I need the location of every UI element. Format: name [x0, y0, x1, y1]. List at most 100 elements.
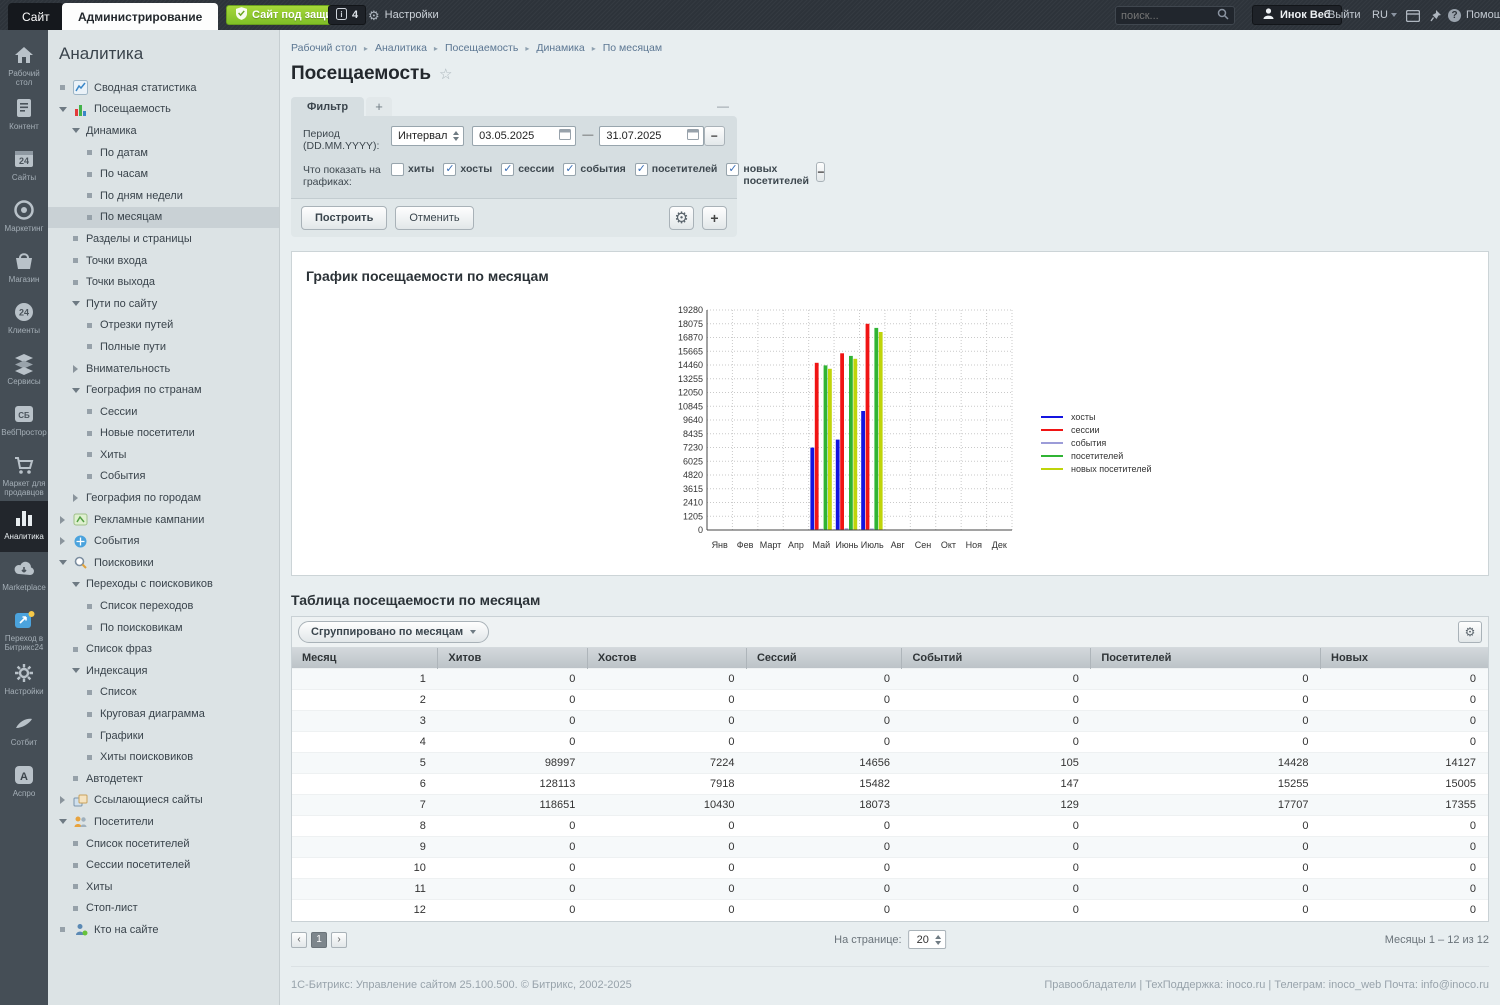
prev-page-button[interactable]: ‹ [291, 931, 307, 948]
table-settings-button[interactable]: ⚙ [1458, 621, 1482, 643]
rail-item-clients[interactable]: 24 Клиенты [0, 295, 48, 346]
sidebar-item-точки-входа[interactable]: Точки входа [48, 250, 279, 272]
calendar-icon[interactable] [559, 127, 572, 145]
column-header[interactable]: Событий [901, 648, 1092, 669]
language-selector[interactable]: RU [1372, 0, 1397, 30]
sidebar-item-разделы-и-страницы[interactable]: Разделы и страницы [48, 228, 279, 250]
sidebar-item-список-фраз[interactable]: Список фраз [48, 638, 279, 660]
sidebar-item-внимательность[interactable]: Внимательность [48, 358, 279, 380]
topbar-settings-button[interactable]: ⚙ Настройки [368, 0, 439, 30]
breadcrumb-item[interactable]: Аналитика [375, 42, 427, 54]
period-type-select[interactable]: Интервал [391, 126, 465, 146]
rail-item-analytics[interactable]: Аналитика [0, 501, 48, 552]
sidebar-item-по-дням-недели[interactable]: По дням недели [48, 185, 279, 207]
rail-item-content[interactable]: Контент [0, 91, 48, 142]
table-row[interactable]: 11 0 0 0 0 0 0 [292, 878, 1488, 900]
sidebar-item-список[interactable]: Список [48, 682, 279, 704]
checkbox-события[interactable] [563, 162, 577, 176]
expand-arrow-icon[interactable] [71, 581, 80, 587]
date-to-input[interactable] [606, 130, 687, 142]
tab-administration[interactable]: Администрирование [62, 3, 219, 30]
expand-arrow-icon[interactable] [58, 106, 67, 112]
sidebar-item-автодетект[interactable]: Автодетект [48, 768, 279, 790]
per-page-select[interactable]: 20 [908, 930, 946, 949]
column-header[interactable]: Посетителей [1090, 648, 1322, 669]
expand-arrow-icon[interactable] [58, 560, 67, 566]
sidebar-item-по-месяцам[interactable]: По месяцам [48, 206, 279, 229]
remove-show-field-button[interactable]: − [816, 162, 826, 182]
current-page-button[interactable]: 1 [311, 931, 327, 948]
rail-item-b24[interactable]: Переход в Битрикс24 [0, 603, 48, 656]
rail-item-sotbit[interactable]: Сотбит [0, 707, 48, 758]
build-button[interactable]: Построить [301, 206, 388, 230]
sidebar-item-сессии-посетителей[interactable]: Сессии посетителей [48, 854, 279, 876]
rail-item-desktop[interactable]: Рабочий стол [0, 38, 48, 91]
table-row[interactable]: 10 0 0 0 0 0 0 [292, 857, 1488, 879]
breadcrumb-item[interactable]: По месяцам [603, 42, 662, 54]
sidebar-item-кто-на-сайте[interactable]: Кто на сайте [48, 919, 279, 941]
pin-icon[interactable] [1430, 9, 1442, 27]
sidebar-item-стоп-лист[interactable]: Стоп-лист [48, 898, 279, 920]
sidebar-item-новые-посетители[interactable]: Новые посетители [48, 423, 279, 445]
logout-link[interactable]: Выйти [1328, 0, 1361, 30]
sidebar-item-по-датам[interactable]: По датам [48, 142, 279, 164]
sidebar-item-посетители[interactable]: Посетители [48, 811, 279, 833]
expand-arrow-icon[interactable] [58, 819, 67, 825]
rail-item-settings[interactable]: Настройки [0, 656, 48, 707]
sidebar-item-события[interactable]: События [48, 466, 279, 488]
filter-settings-button[interactable]: ⚙ [669, 206, 694, 230]
filter-tab[interactable]: Фильтр [291, 97, 365, 116]
column-header[interactable]: Хитов [437, 648, 588, 669]
rail-item-store[interactable]: Магазин [0, 244, 48, 295]
notifications-counter[interactable]: i 4 [328, 5, 367, 25]
column-header[interactable]: Новых [1320, 648, 1488, 669]
expand-arrow-icon[interactable] [71, 128, 80, 134]
column-header[interactable]: Месяц [292, 648, 439, 669]
help-button[interactable]: ? Помощь [1448, 0, 1500, 30]
date-from-input[interactable] [479, 130, 560, 142]
sidebar-item-графики[interactable]: Графики [48, 725, 279, 747]
sidebar-item-хиты[interactable]: Хиты [48, 876, 279, 898]
remove-period-field-button[interactable]: − [703, 126, 725, 146]
column-header[interactable]: Сессий [746, 648, 903, 669]
breadcrumb-item[interactable]: Динамика [536, 42, 584, 54]
sidebar-item-сессии[interactable]: Сессии [48, 401, 279, 423]
panel-toggle-icon[interactable] [1405, 9, 1421, 27]
sidebar-item-отрезки-путей[interactable]: Отрезки путей [48, 315, 279, 337]
sidebar-item-поисковики[interactable]: Поисковики [48, 552, 279, 574]
expand-arrow-icon[interactable] [71, 301, 80, 307]
filter-collapse-button[interactable]: — [717, 99, 729, 113]
calendar-icon[interactable] [686, 127, 699, 145]
rail-item-sellermarket[interactable]: Маркет для продавцов [0, 448, 48, 501]
sidebar-item-по-поисковикам[interactable]: По поисковикам [48, 617, 279, 639]
next-page-button[interactable]: › [331, 931, 347, 948]
checkbox-хиты[interactable] [391, 163, 404, 176]
collapse-arrow-icon[interactable] [58, 537, 67, 546]
sidebar-item-по-часам[interactable]: По часам [48, 163, 279, 185]
checkbox-новых-посетителей[interactable] [726, 162, 740, 176]
search-icon[interactable] [1217, 7, 1229, 25]
sidebar-item-список-посетителей[interactable]: Список посетителей [48, 833, 279, 855]
column-header[interactable]: Хостов [587, 648, 747, 669]
table-row[interactable]: 3000000 [292, 710, 1488, 732]
cancel-button[interactable]: Отменить [395, 206, 474, 230]
table-row[interactable]: 5 98997 7224 14656 105 14428 14127 [292, 752, 1488, 774]
group-by-month-button[interactable]: Сгруппировано по месяцам [298, 621, 490, 643]
expand-arrow-icon[interactable] [71, 668, 80, 674]
rail-item-marketplace[interactable]: Marketplace [0, 552, 48, 603]
table-row[interactable]: 4000000 [292, 731, 1488, 753]
expand-arrow-icon[interactable] [71, 387, 80, 393]
sidebar-item-точки-выхода[interactable]: Точки выхода [48, 271, 279, 293]
sidebar-item-полные-пути[interactable]: Полные пути [48, 336, 279, 358]
collapse-arrow-icon[interactable] [71, 494, 80, 503]
collapse-arrow-icon[interactable] [58, 796, 67, 805]
breadcrumb-item[interactable]: Посещаемость [445, 42, 518, 54]
table-row[interactable]: 12 0 0 0 0 0 0 [292, 899, 1488, 921]
tab-site[interactable]: Сайт [8, 3, 64, 30]
add-filter-tab-button[interactable]: + [366, 97, 393, 116]
sidebar-item-сводная-статистика[interactable]: Сводная статистика [48, 77, 279, 99]
table-row[interactable]: 6 128113 7918 15482 147 15255 15005 [292, 773, 1488, 795]
table-row[interactable]: 8000000 [292, 815, 1488, 837]
table-row[interactable]: 2000000 [292, 689, 1488, 711]
collapse-arrow-icon[interactable] [58, 515, 67, 524]
